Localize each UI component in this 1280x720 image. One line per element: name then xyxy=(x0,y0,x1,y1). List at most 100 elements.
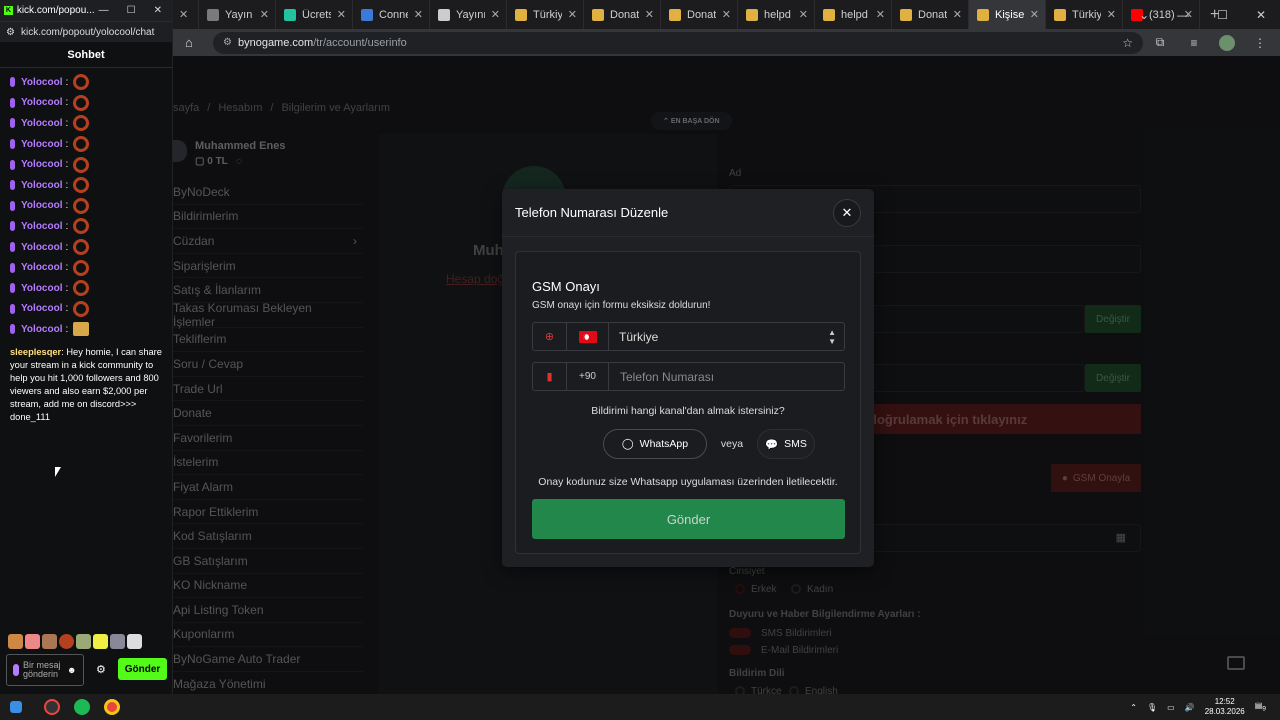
close-window-button[interactable]: ✕ xyxy=(1256,8,1266,22)
chat-username[interactable]: Yolocool xyxy=(21,324,62,335)
close-icon[interactable]: ✕ xyxy=(953,8,962,21)
country-code: +90 xyxy=(567,363,609,390)
emote-icon xyxy=(73,280,90,297)
close-icon[interactable]: ✕ xyxy=(414,8,423,21)
emote-icon[interactable] xyxy=(8,634,23,649)
chat-username[interactable]: Yolocool xyxy=(21,77,62,88)
maximize-button[interactable]: ☐ xyxy=(127,5,136,16)
volume-icon[interactable]: 🔊 xyxy=(1185,703,1195,712)
chat-username[interactable]: sleeplesqer xyxy=(10,347,61,357)
close-icon[interactable]: ✕ xyxy=(179,8,188,21)
browser-tab[interactable]: Conne ✕ xyxy=(353,0,430,29)
emote-icon[interactable] xyxy=(76,634,91,649)
network-icon[interactable]: ▭ xyxy=(1167,703,1175,712)
emote-icon[interactable] xyxy=(25,634,40,649)
close-icon[interactable]: ✕ xyxy=(568,8,577,21)
emote-icon[interactable] xyxy=(110,634,125,649)
maximize-button[interactable]: ☐ xyxy=(1217,8,1228,22)
close-window-button[interactable]: ✕ xyxy=(154,5,162,16)
chat-username[interactable]: Yolocool xyxy=(21,221,62,232)
app-icon[interactable] xyxy=(44,699,60,715)
whatsapp-button[interactable]: ◯ WhatsApp xyxy=(603,429,707,459)
emote-icon[interactable] xyxy=(93,634,108,649)
chat-username[interactable]: Yolocool xyxy=(21,139,62,150)
close-icon[interactable]: ✕ xyxy=(876,8,885,21)
chat-username[interactable]: Yolocool xyxy=(21,242,62,253)
url-domain: bynogame.com xyxy=(237,36,314,49)
chat-username[interactable]: Yolocool xyxy=(21,303,62,314)
microphone-icon[interactable]: 🎙 xyxy=(1147,703,1157,712)
chat-bubble-icon: 💬 xyxy=(765,438,779,451)
chevron-up-icon[interactable]: ⌃ xyxy=(1130,703,1137,712)
bookmark-star-icon[interactable]: ☆ xyxy=(1122,36,1133,50)
browser-tab[interactable]: Donat ✕ xyxy=(892,0,969,29)
browser-tab[interactable]: Türkiye ✕ xyxy=(1046,0,1123,29)
chat-window-title: kick.com/popou... xyxy=(16,5,95,16)
browser-tab-active[interactable]: Kişisel ✕ xyxy=(969,0,1046,29)
address-bar-row: ⌂ ⚙ bynogame.com/tr/account/userinfo ☆ ⧉… xyxy=(173,29,1280,56)
chat-username[interactable]: Yolocool xyxy=(21,262,62,273)
colon: : xyxy=(65,241,69,253)
extensions-icon[interactable]: ⧉ xyxy=(1143,35,1177,50)
site-info-icon: ⚙ xyxy=(6,26,15,38)
tab-search-icon[interactable]: ⌄ xyxy=(1139,8,1149,22)
emote-icon[interactable] xyxy=(42,634,57,649)
country-select[interactable]: Türkiye ▲ ▼ xyxy=(609,328,844,346)
browser-tab[interactable]: Donat ✕ xyxy=(661,0,738,29)
tab-favicon-icon xyxy=(284,8,296,21)
close-icon[interactable]: ✕ xyxy=(337,8,346,21)
close-icon[interactable]: ✕ xyxy=(722,8,731,21)
profile-avatar[interactable] xyxy=(1219,34,1235,51)
chat-username[interactable]: Yolocool xyxy=(21,283,62,294)
chat-username[interactable]: Yolocool xyxy=(21,180,62,191)
gear-icon[interactable]: ⚙ xyxy=(96,663,106,676)
chrome-icon[interactable] xyxy=(104,699,120,715)
tab-title: Yayını xyxy=(456,8,485,21)
close-icon[interactable]: ✕ xyxy=(1107,8,1116,21)
badge-icon xyxy=(10,139,15,150)
badge-icon xyxy=(10,242,15,253)
clock[interactable]: 12:52 28.03.2026 xyxy=(1205,697,1245,717)
phone-number-input[interactable]: Telefon Numarası xyxy=(609,370,844,384)
browser-tab[interactable]: Yayını ✕ xyxy=(430,0,507,29)
close-icon[interactable]: ✕ xyxy=(799,8,808,21)
chat-send-button[interactable]: Gönder xyxy=(118,658,167,680)
browser-tab-partial[interactable]: ✕ xyxy=(173,0,199,29)
close-icon[interactable]: ✕ xyxy=(491,8,500,21)
close-icon[interactable]: ✕ xyxy=(645,8,654,21)
emoji-icon[interactable]: ☻ xyxy=(67,665,76,675)
modal-close-button[interactable]: ✕ xyxy=(833,198,861,227)
notification-icon[interactable]: ▤9 xyxy=(1255,701,1266,713)
sms-button[interactable]: 💬 SMS xyxy=(757,429,815,459)
chat-username[interactable]: Yolocool xyxy=(21,97,62,108)
browser-tab[interactable]: Ücrets ✕ xyxy=(276,0,353,29)
chat-username[interactable]: Yolocool xyxy=(21,200,62,211)
site-info-icon[interactable]: ⚙ xyxy=(223,37,232,48)
browser-tab[interactable]: Donat ✕ xyxy=(584,0,661,29)
colon: : xyxy=(65,303,69,315)
spotify-icon[interactable] xyxy=(74,699,90,715)
chat-url-bar: ⚙ kick.com/popout/yolocool/chat xyxy=(0,21,172,42)
home-icon[interactable]: ⌂ xyxy=(185,35,203,50)
browser-tab[interactable]: helpd ✕ xyxy=(815,0,892,29)
chat-username[interactable]: Yolocool xyxy=(21,159,62,170)
windows-start-icon[interactable] xyxy=(10,701,22,713)
url-field[interactable]: ⚙ bynogame.com/tr/account/userinfo ☆ xyxy=(213,31,1143,54)
close-icon[interactable]: ✕ xyxy=(260,8,269,21)
send-code-button[interactable]: Gönder xyxy=(532,499,845,539)
emote-icon[interactable] xyxy=(59,634,74,649)
minimize-button[interactable]: — xyxy=(99,5,109,16)
browser-tab[interactable]: Türkiye ✕ xyxy=(507,0,584,29)
browser-tab[interactable]: helpd ✕ xyxy=(738,0,815,29)
reading-list-icon[interactable]: ≡ xyxy=(1177,36,1211,50)
emote-icon[interactable] xyxy=(127,634,142,649)
minimize-button[interactable]: — xyxy=(1177,8,1189,22)
menu-dots-icon[interactable]: ⋮ xyxy=(1243,36,1277,50)
chat-username[interactable]: Yolocool xyxy=(21,118,62,129)
browser-tab[interactable]: Yayın y ✕ xyxy=(199,0,276,29)
mouse-cursor xyxy=(55,467,61,477)
clock-date: 28.03.2026 xyxy=(1204,707,1245,716)
tab-title: Kişisel xyxy=(995,8,1024,21)
chat-message-input[interactable]: Bir mesaj gönderin ☻ xyxy=(6,654,84,686)
close-icon[interactable]: ✕ xyxy=(1030,8,1039,21)
